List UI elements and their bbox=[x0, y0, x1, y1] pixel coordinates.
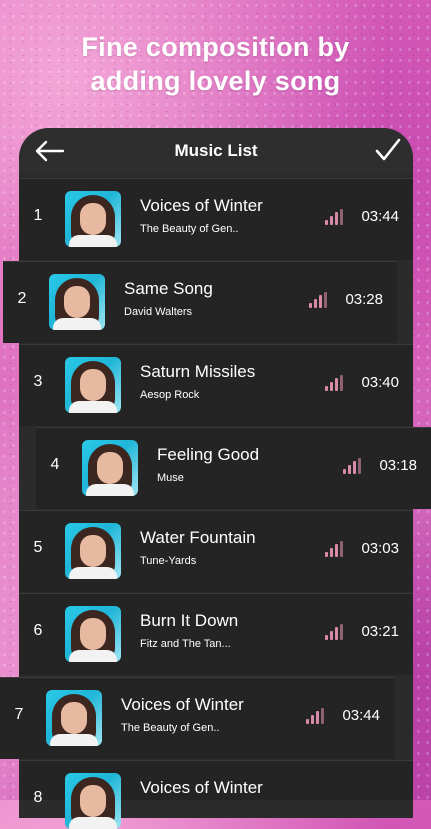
song-number: 4 bbox=[50, 456, 60, 473]
song-title: Voices of Winter bbox=[121, 695, 244, 714]
song-artist: David Walters bbox=[124, 306, 193, 318]
album-art bbox=[82, 440, 138, 496]
song-row-5[interactable]: 5 Water Fountain Tune-Yards 03:03 bbox=[19, 510, 413, 592]
song-row-6[interactable]: 6 Burn It Down Fitz and The Tan... 03:21 bbox=[19, 593, 413, 675]
song-duration: 03:21 bbox=[361, 623, 399, 640]
song-artist: The Beauty of Gen.. bbox=[140, 223, 239, 235]
song-duration: 03:44 bbox=[361, 208, 399, 225]
song-artist: Muse bbox=[157, 472, 184, 484]
song-number: 2 bbox=[17, 290, 27, 307]
song-duration: 03:44 bbox=[342, 707, 380, 724]
confirm-button[interactable] bbox=[373, 135, 403, 165]
song-row-1[interactable]: 1 Voices of Winter The Beauty of Gen.. 0… bbox=[19, 178, 413, 260]
page-title: Music List bbox=[174, 141, 258, 160]
song-title: Voices of Winter bbox=[140, 196, 263, 215]
song-row-3[interactable]: 3 Saturn Missiles Aesop Rock 03:40 bbox=[19, 344, 413, 426]
album-art bbox=[46, 690, 102, 746]
song-title: Feeling Good bbox=[157, 445, 260, 464]
song-title: Water Fountain bbox=[140, 528, 256, 547]
song-title: Voices of Winter bbox=[140, 778, 263, 797]
album-art bbox=[65, 191, 121, 247]
signal-bars-icon bbox=[325, 209, 343, 225]
promo-headline: Fine composition by adding lovely song bbox=[0, 30, 431, 98]
album-art bbox=[65, 773, 121, 829]
song-number: 6 bbox=[33, 622, 43, 639]
song-duration: 03:03 bbox=[361, 540, 399, 557]
checkmark-icon bbox=[375, 138, 401, 161]
signal-bars-icon bbox=[325, 624, 343, 640]
album-art bbox=[49, 274, 105, 330]
song-number: 7 bbox=[14, 706, 24, 723]
signal-bars-icon bbox=[343, 458, 361, 474]
song-duration: 03:18 bbox=[379, 457, 417, 474]
album-art bbox=[65, 523, 121, 579]
signal-bars-icon bbox=[325, 541, 343, 557]
song-duration: 03:28 bbox=[345, 291, 383, 308]
album-art bbox=[65, 606, 121, 662]
song-artist: Tune-Yards bbox=[140, 555, 197, 567]
signal-bars-icon bbox=[325, 375, 343, 391]
signal-bars-icon bbox=[306, 708, 324, 724]
headline-line-2: adding lovely song bbox=[90, 66, 341, 96]
song-artist: The Beauty of Gen.. bbox=[121, 722, 220, 734]
song-row-7[interactable]: 7 Voices of Winter The Beauty of Gen.. 0… bbox=[0, 677, 394, 759]
song-artist: Aesop Rock bbox=[140, 389, 200, 401]
song-title: Burn It Down bbox=[140, 611, 239, 630]
headline-line-1: Fine composition by bbox=[81, 32, 350, 62]
song-artist: Fitz and The Tan... bbox=[140, 638, 231, 650]
song-number: 3 bbox=[33, 373, 43, 390]
song-row-2[interactable]: 2 Same Song David Walters 03:28 bbox=[3, 261, 397, 343]
song-duration: 03:40 bbox=[361, 374, 399, 391]
album-art bbox=[65, 357, 121, 413]
song-row-8[interactable]: 8 Voices of Winter bbox=[19, 760, 413, 829]
top-bar: Music List bbox=[19, 128, 413, 174]
song-title: Same Song bbox=[124, 279, 213, 298]
song-row-4[interactable]: 4 Feeling Good Muse 03:18 bbox=[36, 427, 431, 509]
song-number: 8 bbox=[33, 789, 43, 806]
song-number: 5 bbox=[33, 539, 43, 556]
signal-bars-icon bbox=[309, 292, 327, 308]
song-number: 1 bbox=[33, 207, 43, 224]
song-title: Saturn Missiles bbox=[140, 362, 256, 381]
